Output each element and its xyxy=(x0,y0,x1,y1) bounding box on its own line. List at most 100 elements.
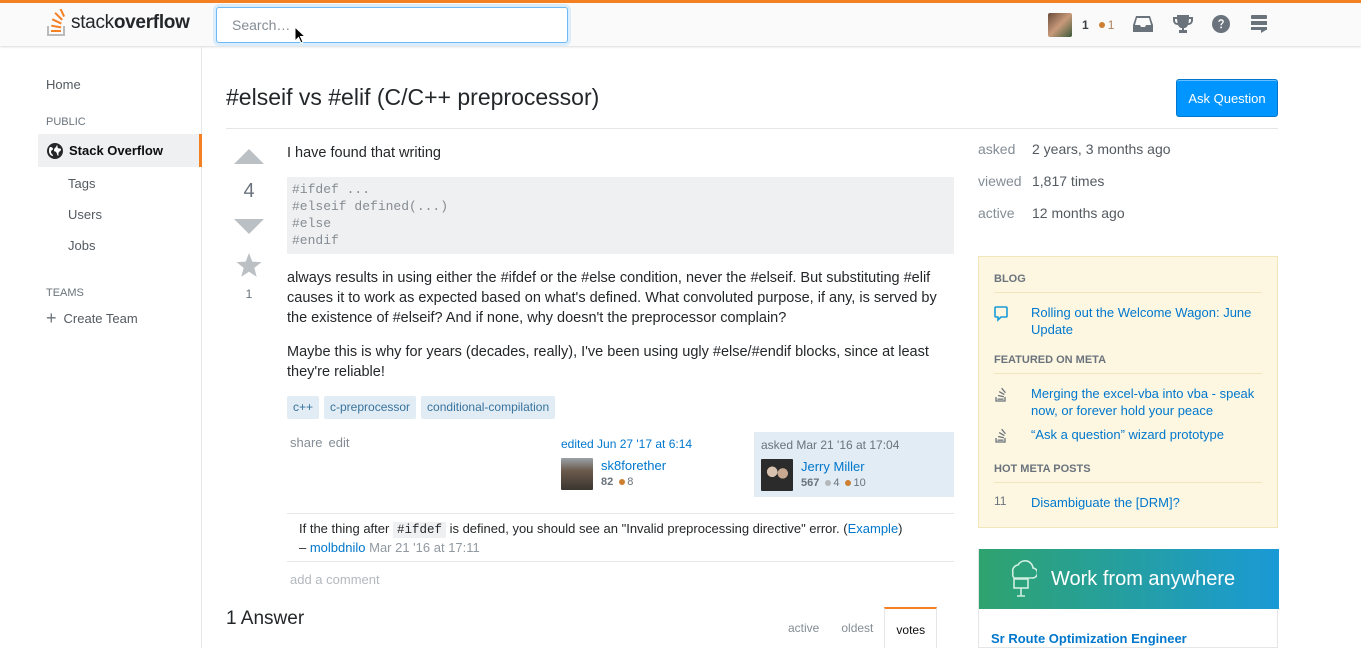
ask-question-button[interactable]: Ask Question xyxy=(1176,79,1278,117)
stat-value[interactable]: 12 months ago xyxy=(1032,205,1125,237)
stat-active: active 12 months ago xyxy=(978,205,1171,237)
owner-bronze-count: 10 xyxy=(853,477,866,489)
blog-link[interactable]: Rolling out the Welcome Wagon: June Upda… xyxy=(1031,304,1264,338)
logo-text-bold: overflow xyxy=(113,12,190,33)
user-summary[interactable]: 1 1 xyxy=(1048,12,1114,38)
code-line: #ifdef ... xyxy=(292,181,949,198)
editor-avatar[interactable] xyxy=(561,458,593,490)
inbox-icon[interactable] xyxy=(1133,15,1153,33)
question-body: I have found that writing #ifdef ... #el… xyxy=(287,143,954,396)
nav-heading-teams: TEAMS xyxy=(46,287,84,299)
editor-bronze-count: 8 xyxy=(627,476,634,488)
stat-value: 1,817 times xyxy=(1032,173,1105,189)
editor-signature: edited Jun 27 '17 at 6:14 sk8forether 82… xyxy=(561,437,746,490)
community-bulletin: BLOG Rolling out the Welcome Wagon: June… xyxy=(978,256,1278,528)
nav-users[interactable]: Users xyxy=(68,207,102,222)
stack-exchange-meta-icon xyxy=(994,426,1031,447)
nav-jobs[interactable]: Jobs xyxy=(68,238,95,253)
divider xyxy=(226,128,1278,129)
stat-viewed: viewed 1,817 times xyxy=(978,173,1171,205)
reputation-count: 1 xyxy=(1082,18,1089,32)
tab-votes[interactable]: votes xyxy=(884,607,938,648)
avatar[interactable] xyxy=(1048,13,1072,37)
ad-banner-text: Work from anywhere xyxy=(1051,567,1236,590)
code-line-text: #endif xyxy=(292,233,339,248)
code-line-text: #ifdef ... xyxy=(292,182,371,197)
comment-text: ) xyxy=(898,521,903,536)
stat-asked: asked 2 years, 3 months ago xyxy=(978,141,1171,173)
tag-cpp[interactable]: c++ xyxy=(287,396,320,419)
edit-link[interactable]: edit xyxy=(329,435,350,450)
achievements-trophy-icon[interactable] xyxy=(1173,15,1193,33)
meta-link[interactable]: Merging the excel-vba into vba - speak n… xyxy=(1031,385,1264,419)
jobs-ad[interactable]: Work from anywhere Sr Route Optimization… xyxy=(978,549,1279,648)
stack-exchange-meta-icon xyxy=(994,385,1031,419)
tab-oldest[interactable]: oldest xyxy=(830,607,884,648)
blog-heading: BLOG xyxy=(994,273,1026,285)
mouse-cursor-icon xyxy=(294,26,306,44)
meta-heading: FEATURED ON META xyxy=(994,354,1107,366)
tab-active[interactable]: active xyxy=(777,607,830,648)
editor-name[interactable]: sk8forether xyxy=(601,458,666,473)
nav-home[interactable]: Home xyxy=(46,77,81,92)
favorite-star-icon[interactable] xyxy=(236,253,262,278)
stat-value: 2 years, 3 months ago xyxy=(1032,141,1171,157)
question-title[interactable]: #elseif vs #elif (C/C++ preprocessor) xyxy=(226,84,599,111)
meta-item[interactable]: Merging the excel-vba into vba - speak n… xyxy=(994,385,1264,419)
create-team-link[interactable]: + Create Team xyxy=(46,308,138,328)
hot-meta-link[interactable]: Disambiguate the [DRM]? xyxy=(1031,494,1180,511)
favorite-count: 1 xyxy=(245,287,253,301)
tag-conditional-compilation[interactable]: conditional-compilation xyxy=(421,396,556,419)
blog-item[interactable]: Rolling out the Welcome Wagon: June Upda… xyxy=(994,304,1264,338)
tag-c-preprocessor[interactable]: c-preprocessor xyxy=(324,396,417,419)
meta-item[interactable]: “Ask a question” wizard prototype xyxy=(994,426,1264,447)
ad-banner[interactable]: Work from anywhere xyxy=(979,549,1279,609)
owner-name[interactable]: Jerry Miller xyxy=(801,459,866,474)
nav-stack-overflow[interactable]: Stack Overflow xyxy=(38,134,202,167)
answers-heading: 1 Answer xyxy=(226,608,305,629)
divider xyxy=(994,482,1262,483)
post-intro: I have found that writing xyxy=(287,145,441,161)
nav-tags[interactable]: Tags xyxy=(68,176,95,191)
stat-label: active xyxy=(978,205,1015,221)
ad-job-title[interactable]: Sr Route Optimization Engineer xyxy=(991,631,1187,646)
hot-meta-item[interactable]: 11 Disambiguate the [DRM]? xyxy=(994,494,1264,511)
answer-sort-tabs: active oldest votes xyxy=(777,607,938,648)
bronze-badge-icon xyxy=(619,479,626,485)
stackoverflow-logo[interactable]: stackoverflow xyxy=(46,8,190,38)
add-comment-link[interactable]: add a comment xyxy=(290,572,380,587)
plus-icon: + xyxy=(46,308,57,328)
comment-text: If the thing after xyxy=(299,521,393,536)
owner-avatar[interactable] xyxy=(761,459,793,491)
owner-silver-count: 4 xyxy=(833,477,840,489)
code-line: #elseif defined(...) xyxy=(292,198,949,215)
logo-text: stackoverflow xyxy=(71,12,190,34)
site-switcher-icon[interactable] xyxy=(1251,15,1268,33)
share-link[interactable]: share xyxy=(290,435,323,450)
code-line-text: #else xyxy=(292,216,332,231)
comment-example-link[interactable]: Example xyxy=(848,521,899,536)
post-paragraph: Maybe this is why for years (decades, re… xyxy=(287,344,929,380)
search-input[interactable] xyxy=(216,7,568,43)
downvote-arrow-icon[interactable] xyxy=(234,219,264,235)
comment-dash: – xyxy=(299,540,310,555)
nav-heading-public: PUBLIC xyxy=(46,116,86,128)
stackoverflow-logo-icon xyxy=(47,9,66,36)
speech-bubble-icon xyxy=(994,304,1031,338)
hot-meta-answer-count: 11 xyxy=(994,494,1007,508)
comment-user-link[interactable]: molbdnilo xyxy=(310,540,366,555)
hot-meta-heading: HOT META POSTS xyxy=(994,463,1091,475)
bronze-badge-icon xyxy=(1098,22,1105,28)
edited-timestamp[interactable]: edited Jun 27 '17 at 6:14 xyxy=(561,437,746,451)
owner-rep-value: 567 xyxy=(801,477,820,489)
comments-list: If the thing after #ifdef is defined, yo… xyxy=(287,513,954,562)
logo-text-light: stack xyxy=(71,12,114,33)
nav-stack-overflow-label: Stack Overflow xyxy=(69,143,163,158)
help-icon[interactable] xyxy=(1212,15,1230,33)
left-sidebar: Home PUBLIC Stack Overflow Tags Users Jo… xyxy=(0,46,202,648)
meta-link[interactable]: “Ask a question” wizard prototype xyxy=(1031,426,1224,447)
create-team-label: Create Team xyxy=(63,311,138,326)
owner-reputation: 567 4 10 xyxy=(801,477,866,489)
comment-text: is defined, you should see an "Invalid p… xyxy=(445,521,848,536)
upvote-arrow-icon[interactable] xyxy=(234,148,264,164)
